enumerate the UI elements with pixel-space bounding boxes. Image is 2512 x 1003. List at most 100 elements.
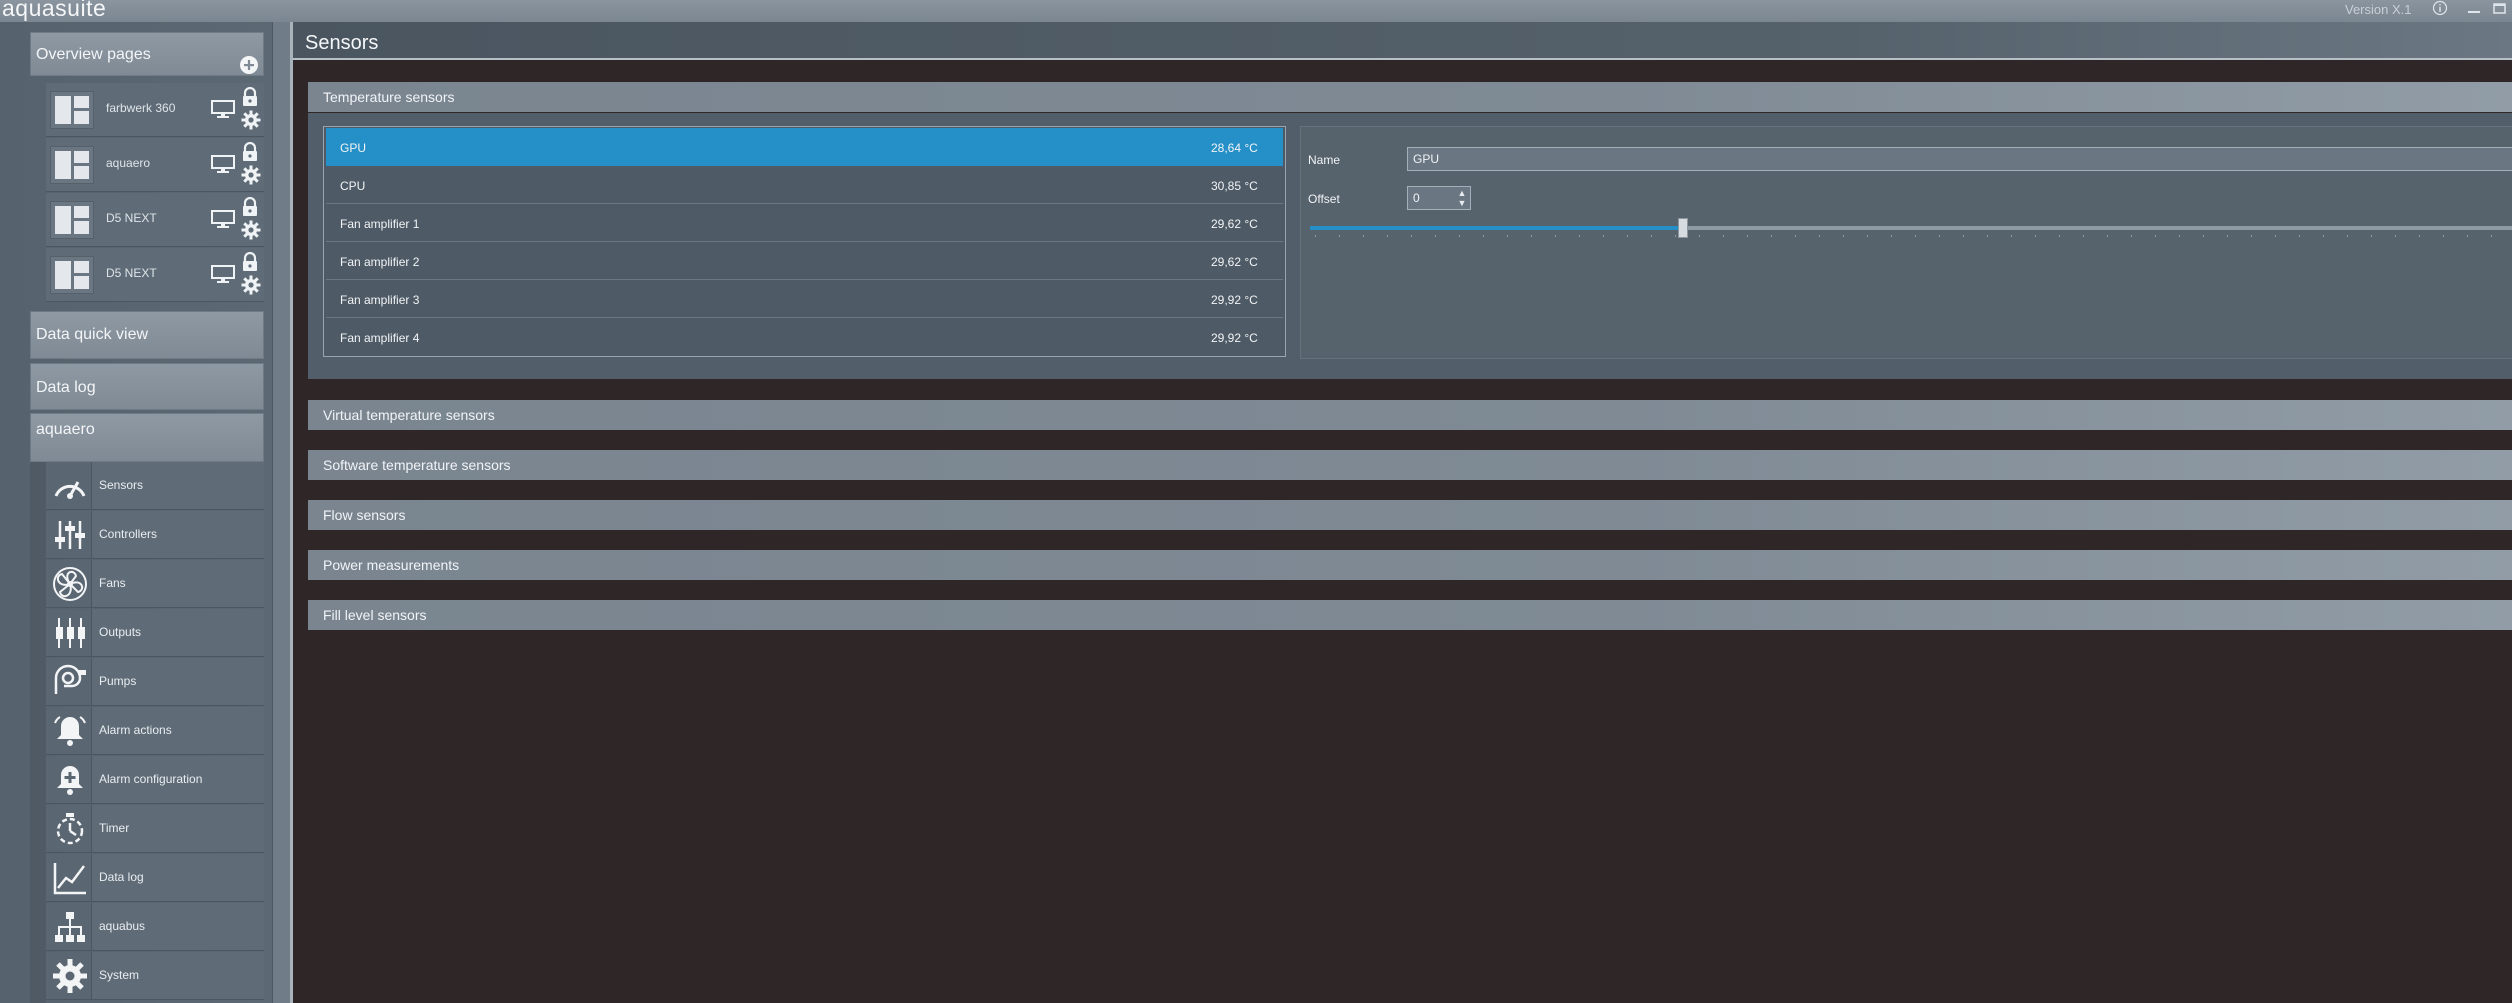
monitor-icon[interactable] xyxy=(211,155,235,173)
sensor-row-fan-amplifier-4[interactable]: Fan amplifier 4 29,92 °C xyxy=(326,318,1283,356)
panel-label: Virtual temperature sensors xyxy=(323,407,495,423)
overview-page-item[interactable]: D5 NEXT xyxy=(46,193,264,247)
slider-tick xyxy=(2011,235,2012,237)
sensor-value: 30,85 °C xyxy=(1211,179,1258,193)
slider-tick xyxy=(1603,235,1604,237)
slider-tick xyxy=(1915,235,1916,237)
overview-page-item[interactable]: aquaero xyxy=(46,138,264,192)
gear-icon[interactable] xyxy=(241,220,261,240)
virtual-temperature-sensors-header[interactable]: Virtual temperature sensors xyxy=(308,400,2512,430)
nav-item-sensors[interactable]: Sensors xyxy=(46,462,264,510)
slider-tick xyxy=(2371,235,2372,237)
plus-circle-icon[interactable] xyxy=(239,55,259,80)
slider-tick xyxy=(1723,235,1724,237)
overview-page-label: D5 NEXT xyxy=(106,211,157,225)
slider-tick xyxy=(1963,235,1964,237)
nav-item-data-log[interactable]: Data log xyxy=(46,854,264,902)
slider-tick xyxy=(1771,235,1772,237)
temperature-sensors-panel: GPU 28,64 °C CPU 30,85 °C Fan amplifier … xyxy=(308,113,2512,379)
gear-icon[interactable] xyxy=(241,275,261,295)
nav-item-outputs[interactable]: Outputs xyxy=(46,609,264,657)
nav-label: aquabus xyxy=(99,919,146,933)
data-quick-view-header[interactable]: Data quick view xyxy=(30,311,264,359)
temperature-sensors-header[interactable]: Temperature sensors xyxy=(308,82,2512,112)
overview-page-item[interactable]: D5 NEXT xyxy=(46,248,264,302)
info-icon[interactable] xyxy=(2432,0,2448,21)
data-log-header[interactable]: Data log xyxy=(30,363,264,410)
slider-tick xyxy=(1867,235,1868,237)
stepper-up-icon[interactable]: ▲ xyxy=(1456,188,1468,198)
minimize-icon[interactable] xyxy=(2467,0,2481,21)
lock-icon[interactable] xyxy=(241,141,259,162)
slider-tick xyxy=(2275,235,2276,237)
nav-item-alarm-actions[interactable]: Alarm actions xyxy=(46,707,264,755)
network-icon xyxy=(46,903,92,950)
layout-thumbnail-icon xyxy=(50,201,94,239)
fill-level-sensors-header[interactable]: Fill level sensors xyxy=(308,600,2512,630)
slider-tick xyxy=(2443,235,2444,237)
slider-tick xyxy=(2179,235,2180,237)
nav-label: System xyxy=(99,968,140,982)
slider-tick xyxy=(1411,235,1412,237)
slider-tick xyxy=(1363,235,1364,237)
fan-icon xyxy=(46,560,92,607)
nav-item-timer[interactable]: Timer xyxy=(46,805,264,853)
version-label: Version X.1 xyxy=(2345,2,2412,17)
slider-tick xyxy=(1315,235,1316,237)
sensor-row-cpu[interactable]: CPU 30,85 °C xyxy=(326,166,1283,204)
offset-stepper[interactable]: 0 ▲ ▼ xyxy=(1407,186,1471,210)
monitor-icon[interactable] xyxy=(211,265,235,283)
gear-icon[interactable] xyxy=(241,110,261,130)
slider-tick xyxy=(2299,235,2300,237)
sensor-value: 29,62 °C xyxy=(1211,255,1258,269)
sensor-name: Fan amplifier 4 xyxy=(340,331,420,345)
nav-item-controllers[interactable]: Controllers xyxy=(46,511,264,559)
lock-icon[interactable] xyxy=(241,196,259,217)
slider-tick xyxy=(1747,235,1748,237)
layout-thumbnail-icon xyxy=(50,256,94,294)
power-measurements-header[interactable]: Power measurements xyxy=(308,550,2512,580)
maximize-icon[interactable] xyxy=(2492,0,2508,21)
nav-item-pumps[interactable]: Pumps xyxy=(46,658,264,706)
sidebar-scrollbar[interactable] xyxy=(272,22,290,1003)
nav-label: Controllers xyxy=(99,527,158,541)
monitor-icon[interactable] xyxy=(211,100,235,118)
device-aquaero-header[interactable]: aquaero xyxy=(30,413,264,462)
software-temperature-sensors-header[interactable]: Software temperature sensors xyxy=(308,450,2512,480)
slider-tick xyxy=(1555,235,1556,237)
slider-tick xyxy=(1795,235,1796,237)
slider-tick xyxy=(1339,235,1340,237)
overview-page-item[interactable]: farbwerk 360 xyxy=(46,83,264,137)
name-input[interactable]: GPU xyxy=(1407,147,2512,171)
sensor-value: 29,92 °C xyxy=(1211,331,1258,345)
sensor-row-fan-amplifier-3[interactable]: Fan amplifier 3 29,92 °C xyxy=(326,280,1283,318)
monitor-icon[interactable] xyxy=(211,210,235,228)
slider-tick xyxy=(2251,235,2252,237)
nav-item-alarm-configuration[interactable]: Alarm configuration xyxy=(46,756,264,804)
overview-pages-header[interactable]: Overview pages xyxy=(30,32,264,76)
offset-slider-fill xyxy=(1310,226,1683,230)
sensor-row-fan-amplifier-2[interactable]: Fan amplifier 2 29,62 °C xyxy=(326,242,1283,280)
nav-item-aquabus[interactable]: aquabus xyxy=(46,903,264,951)
nav-item-fans[interactable]: Fans xyxy=(46,560,264,608)
stepper-down-icon[interactable]: ▼ xyxy=(1456,198,1468,208)
slider-tick xyxy=(2203,235,2204,237)
offset-slider-track[interactable] xyxy=(1310,226,2512,230)
slider-tick xyxy=(1819,235,1820,237)
sensor-row-fan-amplifier-1[interactable]: Fan amplifier 1 29,62 °C xyxy=(326,204,1283,242)
sensor-name: GPU xyxy=(340,141,367,155)
lock-icon[interactable] xyxy=(241,251,259,272)
lock-icon[interactable] xyxy=(241,86,259,107)
nav-label: Alarm configuration xyxy=(99,772,203,786)
nav-item-system[interactable]: System xyxy=(46,952,264,1000)
flow-sensors-header[interactable]: Flow sensors xyxy=(308,500,2512,530)
overview-page-label: D5 NEXT xyxy=(106,266,157,280)
slider-tick xyxy=(1627,235,1628,237)
data-log-label: Data log xyxy=(36,379,96,396)
slider-tick xyxy=(2467,235,2468,237)
sensor-row-gpu[interactable]: GPU 28,64 °C xyxy=(326,128,1283,166)
gear-icon[interactable] xyxy=(241,165,261,185)
nav-label: Sensors xyxy=(99,478,144,492)
slider-tick xyxy=(2131,235,2132,237)
slider-tick xyxy=(1939,235,1940,237)
